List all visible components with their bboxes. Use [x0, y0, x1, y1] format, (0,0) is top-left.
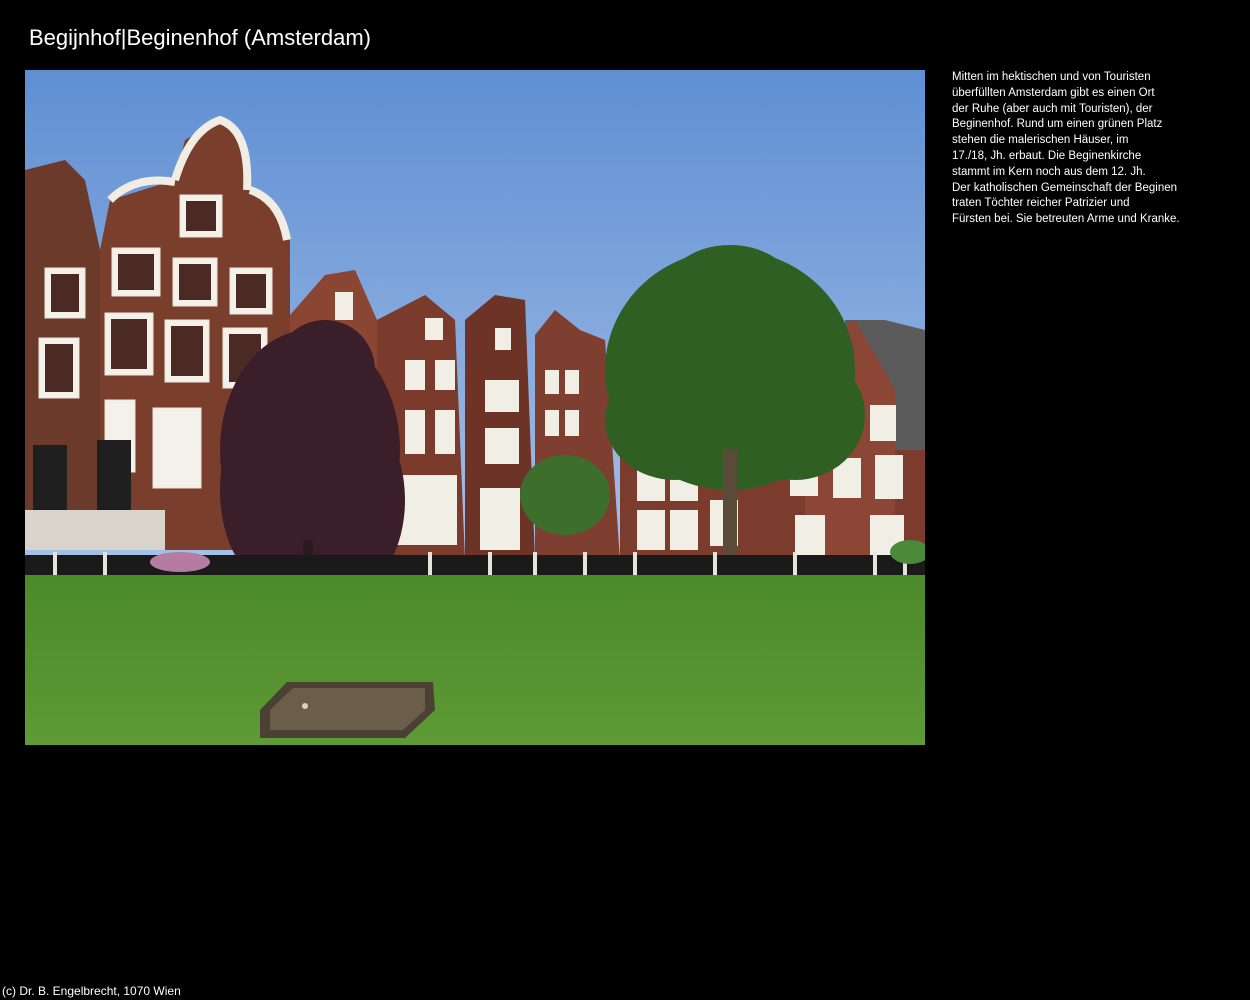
description-line: Beginenhof. Rund um einen grünen Platz [952, 118, 1163, 131]
description-line: Fürsten bei. Sie betreuten Arme und Kran… [952, 213, 1180, 226]
photo-illustration [25, 70, 925, 745]
description-line: 17./18, Jh. erbaut. Die Beginenkirche [952, 149, 1142, 162]
main-photo[interactable] [25, 70, 925, 745]
description-line: stehen die malerischen Häuser, im [952, 134, 1129, 147]
description-line: Mitten im hektischen und von Touristen [952, 71, 1151, 83]
description-line: überfüllten Amsterdam gibt es einen Ort [952, 86, 1155, 99]
description-line: der Ruhe (aber auch mit Touristen), der [952, 102, 1153, 115]
description-line: Der katholischen Gemeinschaft der Begine… [952, 181, 1178, 194]
copyright-footer: (c) Dr. B. Engelbrecht, 1070 Wien [2, 984, 181, 998]
door-center [97, 440, 131, 510]
door-left [33, 445, 67, 510]
manhole-cover [260, 682, 435, 738]
description-text: Mitten im hektischen und von Touristen ü… [952, 70, 1222, 228]
page-title: Begijnhof|Beginenhof (Amsterdam) [29, 25, 372, 50]
description-line: traten Töchter reicher Patrizier und [952, 197, 1130, 210]
lawn [25, 575, 925, 745]
description-line: stammt im Kern noch aus dem 12. Jh. [952, 165, 1146, 178]
